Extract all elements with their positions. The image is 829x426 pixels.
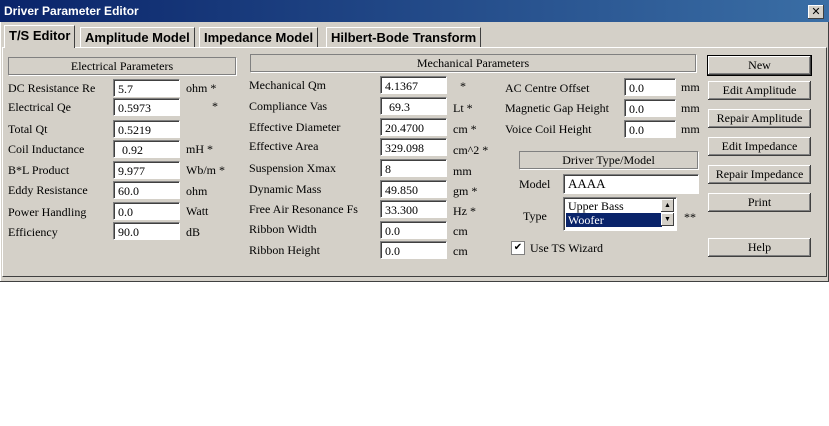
ac-centre-offset-field[interactable]: 0.0 [624, 78, 676, 96]
repair-impedance-button[interactable]: Repair Impedance [708, 165, 811, 184]
title-bar: Driver Parameter Editor ✕ [0, 0, 829, 22]
use-ts-wizard-checkbox[interactable]: ✔ [511, 241, 525, 255]
efficiency-label: Efficiency [8, 225, 58, 239]
bl-product-label: B*L Product [8, 163, 70, 177]
compliance-vas-field[interactable]: 69.3 [380, 97, 447, 115]
dynamic-mass-label: Dynamic Mass [249, 182, 322, 196]
magnetic-gap-height-field[interactable]: 0.0 [624, 99, 676, 117]
ribbon-height-field[interactable]: 0.0 [380, 241, 447, 259]
ribbon-width-unit: cm [453, 224, 468, 238]
coil-inductance-unit: mH * [186, 142, 213, 156]
power-handling-field[interactable]: 0.0 [113, 202, 180, 220]
dynamic-mass-unit: gm * [453, 184, 478, 198]
total-qt-field[interactable]: 0.5219 [113, 120, 180, 138]
voice-coil-height-unit: mm [681, 122, 700, 136]
voice-coil-height-label: Voice Coil Height [505, 122, 592, 136]
dynamic-mass-field[interactable]: 49.850 [380, 180, 447, 198]
edit-amplitude-button[interactable]: Edit Amplitude [708, 81, 811, 100]
new-button[interactable]: New [707, 55, 812, 76]
use-ts-wizard-label: Use TS Wizard [530, 241, 604, 255]
dc-resistance-unit: ohm * [186, 81, 217, 95]
print-button[interactable]: Print [708, 193, 811, 212]
ac-centre-offset-label: AC Centre Offset [505, 81, 590, 95]
free-air-resonance-field[interactable]: 33.300 [380, 200, 447, 218]
electrical-parameters-header: Electrical Parameters [8, 57, 236, 75]
effective-diameter-unit: cm * [453, 122, 477, 136]
type-listbox[interactable]: Upper Bass Woofer ▲ ▼ [563, 197, 677, 231]
model-field[interactable]: AAAA [563, 174, 699, 194]
ribbon-width-label: Ribbon Width [249, 222, 317, 236]
power-handling-unit: Watt [186, 204, 209, 218]
effective-diameter-field[interactable]: 20.4700 [380, 118, 447, 136]
ribbon-height-unit: cm [453, 244, 468, 258]
model-label: Model [519, 177, 551, 191]
mechanical-parameters-header: Mechanical Parameters [250, 54, 696, 72]
coil-inductance-field[interactable]: 0.92 [113, 140, 180, 158]
type-required-marker: ** [684, 210, 696, 224]
magnetic-gap-height-label: Magnetic Gap Height [505, 101, 609, 115]
driver-parameter-editor-window: Driver Parameter Editor ✕ T/S Editor Amp… [0, 0, 829, 282]
window-title: Driver Parameter Editor [4, 4, 139, 18]
eddy-resistance-field[interactable]: 60.0 [113, 181, 180, 199]
compliance-vas-unit: Lt * [453, 101, 473, 115]
eddy-resistance-unit: ohm [186, 184, 208, 198]
effective-area-label: Effective Area [249, 139, 319, 153]
mechanical-qm-field[interactable]: 4.1367 [380, 76, 447, 94]
driver-type-header: Driver Type/Model [519, 151, 698, 169]
efficiency-field[interactable]: 90.0 [113, 222, 180, 240]
mechanical-qm-label: Mechanical Qm [249, 78, 326, 92]
tab-ts-editor[interactable]: T/S Editor [4, 25, 76, 48]
efficiency-unit: dB [186, 225, 201, 239]
scroll-down-icon[interactable]: ▼ [661, 213, 674, 226]
free-air-resonance-unit: Hz * [453, 204, 476, 218]
type-option-woofer[interactable]: Woofer [566, 213, 662, 227]
ac-centre-offset-unit: mm [681, 80, 700, 94]
tab-impedance-model[interactable]: Impedance Model [199, 27, 319, 48]
bl-product-field[interactable]: 9.977 [113, 161, 180, 179]
effective-diameter-label: Effective Diameter [249, 120, 341, 134]
mechanical-qm-unit: * [460, 79, 466, 93]
coil-inductance-label: Coil Inductance [8, 142, 85, 156]
compliance-vas-label: Compliance Vas [249, 99, 328, 113]
edit-impedance-button[interactable]: Edit Impedance [708, 137, 811, 156]
tab-hilbert-bode-transform[interactable]: Hilbert-Bode Transform [326, 27, 482, 48]
effective-area-field[interactable]: 329.098 [380, 138, 447, 156]
scroll-up-icon[interactable]: ▲ [661, 199, 674, 212]
suspension-xmax-unit: mm [453, 164, 472, 178]
suspension-xmax-field[interactable]: 8 [380, 159, 447, 177]
help-button[interactable]: Help [708, 238, 811, 257]
bl-product-unit: Wb/m * [186, 163, 225, 177]
type-label: Type [523, 209, 547, 223]
free-air-resonance-label: Free Air Resonance Fs [249, 202, 358, 216]
dc-resistance-label: DC Resistance Re [8, 81, 96, 95]
tab-amplitude-model[interactable]: Amplitude Model [80, 27, 195, 48]
type-option-upper-bass[interactable]: Upper Bass [566, 199, 662, 213]
total-qt-label: Total Qt [8, 122, 48, 136]
eddy-resistance-label: Eddy Resistance [8, 183, 88, 197]
electrical-qe-field[interactable]: 0.5973 [113, 98, 180, 116]
power-handling-label: Power Handling [8, 205, 87, 219]
suspension-xmax-label: Suspension Xmax [249, 161, 336, 175]
ribbon-width-field[interactable]: 0.0 [380, 221, 447, 239]
voice-coil-height-field[interactable]: 0.0 [624, 120, 676, 138]
dc-resistance-field[interactable]: 5.7 [113, 79, 180, 97]
electrical-qe-unit: * [212, 99, 218, 113]
effective-area-unit: cm^2 * [453, 143, 489, 157]
magnetic-gap-height-unit: mm [681, 101, 700, 115]
close-icon[interactable]: ✕ [808, 5, 824, 19]
ribbon-height-label: Ribbon Height [249, 243, 320, 257]
repair-amplitude-button[interactable]: Repair Amplitude [708, 109, 811, 128]
electrical-qe-label: Electrical Qe [8, 100, 71, 114]
